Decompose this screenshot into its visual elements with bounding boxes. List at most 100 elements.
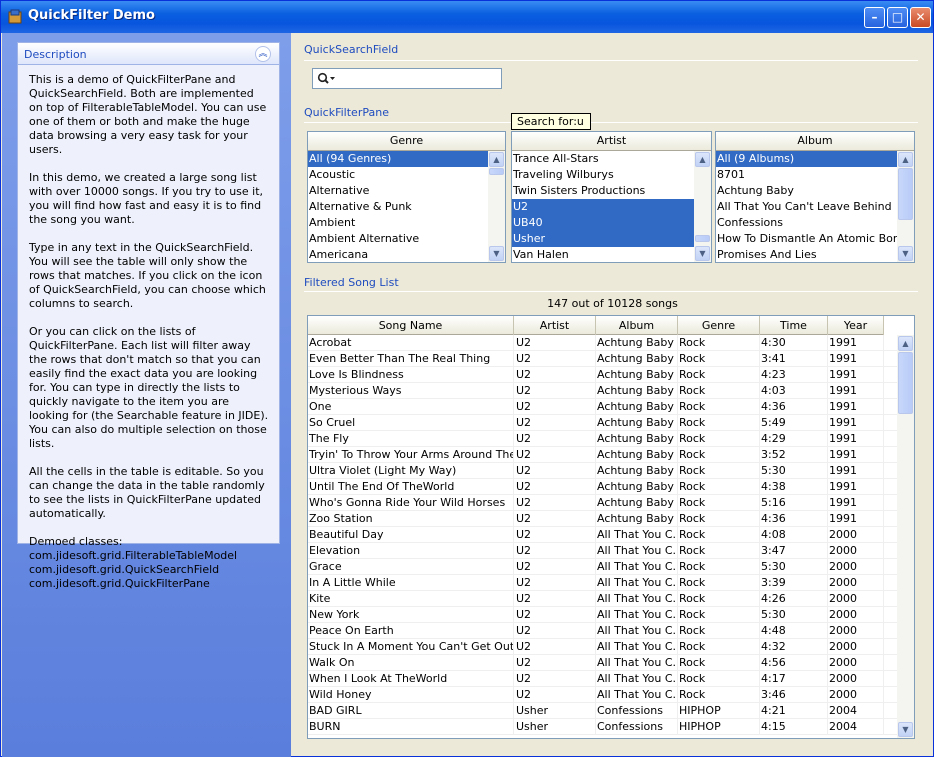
table-cell[interactable]: Rock [678, 415, 760, 431]
list-item[interactable]: UB40 [512, 215, 694, 231]
table-cell[interactable]: All That You C... [596, 543, 678, 559]
table-cell[interactable]: 1991 [828, 335, 884, 351]
table-row[interactable]: In A Little While U2 All That You C... Rock… [308, 575, 899, 591]
table-cell[interactable]: Usher [514, 719, 596, 735]
list-item[interactable]: Ambient [308, 215, 488, 231]
table-row[interactable]: Acrobat U2 Achtung Baby Rock 4:30 1991 [308, 335, 899, 351]
table-cell[interactable]: U2 [514, 559, 596, 575]
table-row[interactable]: Even Better Than The Real Thing U2 Achtung… [308, 351, 899, 367]
table-cell[interactable]: 4:56 [760, 655, 828, 671]
table-cell[interactable]: Achtung Baby [596, 415, 678, 431]
table-row[interactable]: BURN Usher Confessions HIPHOP 4:15 2004 [308, 719, 899, 735]
table-cell[interactable]: When I Look At TheWorld [308, 671, 514, 687]
table-cell[interactable]: BURN [308, 719, 514, 735]
list-item[interactable]: Ambient Alternative [308, 231, 488, 247]
artist-filter-list[interactable]: Artist Trance All-Stars Traveling Wilbury… [511, 131, 712, 263]
table-row[interactable]: When I Look At TheWorld U2 All That You C.… [308, 671, 899, 687]
table-cell[interactable]: 4:17 [760, 671, 828, 687]
table-cell[interactable]: 2000 [828, 687, 884, 703]
table-cell[interactable]: Achtung Baby [596, 511, 678, 527]
list-item[interactable]: Trance All-Stars [512, 151, 694, 167]
table-cell[interactable]: Rock [678, 623, 760, 639]
table-cell[interactable]: 1991 [828, 383, 884, 399]
column-header[interactable]: Time [760, 316, 828, 335]
scroll-thumb[interactable] [898, 168, 913, 220]
table-cell[interactable]: Achtung Baby [596, 399, 678, 415]
artist-list-scrollbar[interactable]: ▲ ▼ [694, 151, 711, 262]
list-item[interactable]: Alternative [308, 183, 488, 199]
table-cell[interactable]: 2000 [828, 623, 884, 639]
table-cell[interactable]: 1991 [828, 511, 884, 527]
list-item[interactable]: Usher [512, 231, 694, 247]
table-row[interactable]: Zoo Station U2 Achtung Baby Rock 4:36 1991 [308, 511, 899, 527]
scroll-thumb[interactable] [489, 168, 504, 175]
table-cell[interactable]: 4:36 [760, 511, 828, 527]
table-cell[interactable]: U2 [514, 655, 596, 671]
table-cell[interactable]: Peace On Earth [308, 623, 514, 639]
chevron-double-up-icon[interactable]: ︽ [255, 46, 271, 62]
table-cell[interactable]: Rock [678, 591, 760, 607]
table-cell[interactable]: Stuck In A Moment You Can't Get Out Of [308, 639, 514, 655]
table-cell[interactable]: Achtung Baby [596, 495, 678, 511]
table-cell[interactable]: One [308, 399, 514, 415]
table-cell[interactable]: Achtung Baby [596, 335, 678, 351]
table-row[interactable]: Peace On Earth U2 All That You C... Rock 4:4… [308, 623, 899, 639]
table-cell[interactable]: 2004 [828, 703, 884, 719]
table-cell[interactable]: U2 [514, 543, 596, 559]
table-row[interactable]: Grace U2 All That You C... Rock 5:30 2000 [308, 559, 899, 575]
title-bar[interactable]: QuickFilter Demo – □ ✕ [1, 1, 933, 33]
list-item[interactable]: Van Halen [512, 247, 694, 262]
table-cell[interactable]: 5:16 [760, 495, 828, 511]
list-item[interactable]: How To Dismantle An Atomic Bomb [716, 231, 897, 247]
table-row[interactable]: BAD GIRL Usher Confessions HIPHOP 4:21 2004 [308, 703, 899, 719]
table-row[interactable]: One U2 Achtung Baby Rock 4:36 1991 [308, 399, 899, 415]
table-cell[interactable]: Kite [308, 591, 514, 607]
table-cell[interactable]: In A Little While [308, 575, 514, 591]
table-cell[interactable]: U2 [514, 575, 596, 591]
table-cell[interactable]: 2000 [828, 559, 884, 575]
table-cell[interactable]: Rock [678, 367, 760, 383]
table-cell[interactable]: Rock [678, 607, 760, 623]
table-row[interactable]: Mysterious Ways U2 Achtung Baby Rock 4:03 199… [308, 383, 899, 399]
album-list-items[interactable]: All (9 Albums) 8701 Achtung Baby All That Y… [716, 151, 897, 262]
table-cell[interactable]: Rock [678, 575, 760, 591]
table-cell[interactable]: U2 [514, 623, 596, 639]
list-item[interactable]: 8701 [716, 167, 897, 183]
table-cell[interactable]: Until The End Of TheWorld [308, 479, 514, 495]
table-cell[interactable]: 2000 [828, 655, 884, 671]
table-cell[interactable]: Achtung Baby [596, 383, 678, 399]
list-item[interactable]: Alternative & Punk [308, 199, 488, 215]
table-row[interactable]: Kite U2 All That You C... Rock 4:26 2000 [308, 591, 899, 607]
table-cell[interactable]: U2 [514, 687, 596, 703]
table-row[interactable]: New York U2 All That You C... Rock 5:30 2000 [308, 607, 899, 623]
list-item[interactable]: Achtung Baby [716, 183, 897, 199]
album-filter-list[interactable]: Album All (9 Albums) 8701 Achtung Baby All … [715, 131, 915, 263]
list-item[interactable]: Americana [308, 247, 488, 262]
table-cell[interactable]: 1991 [828, 463, 884, 479]
table-cell[interactable]: 4:32 [760, 639, 828, 655]
table-cell[interactable]: 2000 [828, 639, 884, 655]
table-cell[interactable]: Usher [514, 703, 596, 719]
table-cell[interactable]: HIPHOP [678, 719, 760, 735]
table-cell[interactable]: Tryin' To Throw Your Arms Around The... [308, 447, 514, 463]
table-cell[interactable]: U2 [514, 463, 596, 479]
table-cell[interactable]: Rock [678, 463, 760, 479]
scroll-down-icon[interactable]: ▼ [695, 246, 710, 261]
table-cell[interactable]: U2 [514, 399, 596, 415]
list-item[interactable]: Acoustic [308, 167, 488, 183]
table-cell[interactable]: Rock [678, 511, 760, 527]
table-row[interactable]: Love Is Blindness U2 Achtung Baby Rock 4:23 1… [308, 367, 899, 383]
genre-list-items[interactable]: All (94 Genres) Acoustic Alternative Altern… [308, 151, 488, 262]
scroll-down-icon[interactable]: ▼ [489, 246, 504, 261]
table-cell[interactable]: 2000 [828, 543, 884, 559]
table-cell[interactable]: Rock [678, 559, 760, 575]
table-cell[interactable]: All That You C... [596, 527, 678, 543]
table-cell[interactable]: Rock [678, 335, 760, 351]
table-cell[interactable]: Beautiful Day [308, 527, 514, 543]
table-row[interactable]: So Cruel U2 Achtung Baby Rock 5:49 1991 [308, 415, 899, 431]
table-cell[interactable]: All That You C... [596, 575, 678, 591]
artist-list-items[interactable]: Trance All-Stars Traveling Wilburys Twin S… [512, 151, 694, 262]
table-cell[interactable]: U2 [514, 591, 596, 607]
quick-search-input[interactable] [312, 68, 502, 89]
list-item[interactable]: All (94 Genres) [308, 151, 488, 167]
